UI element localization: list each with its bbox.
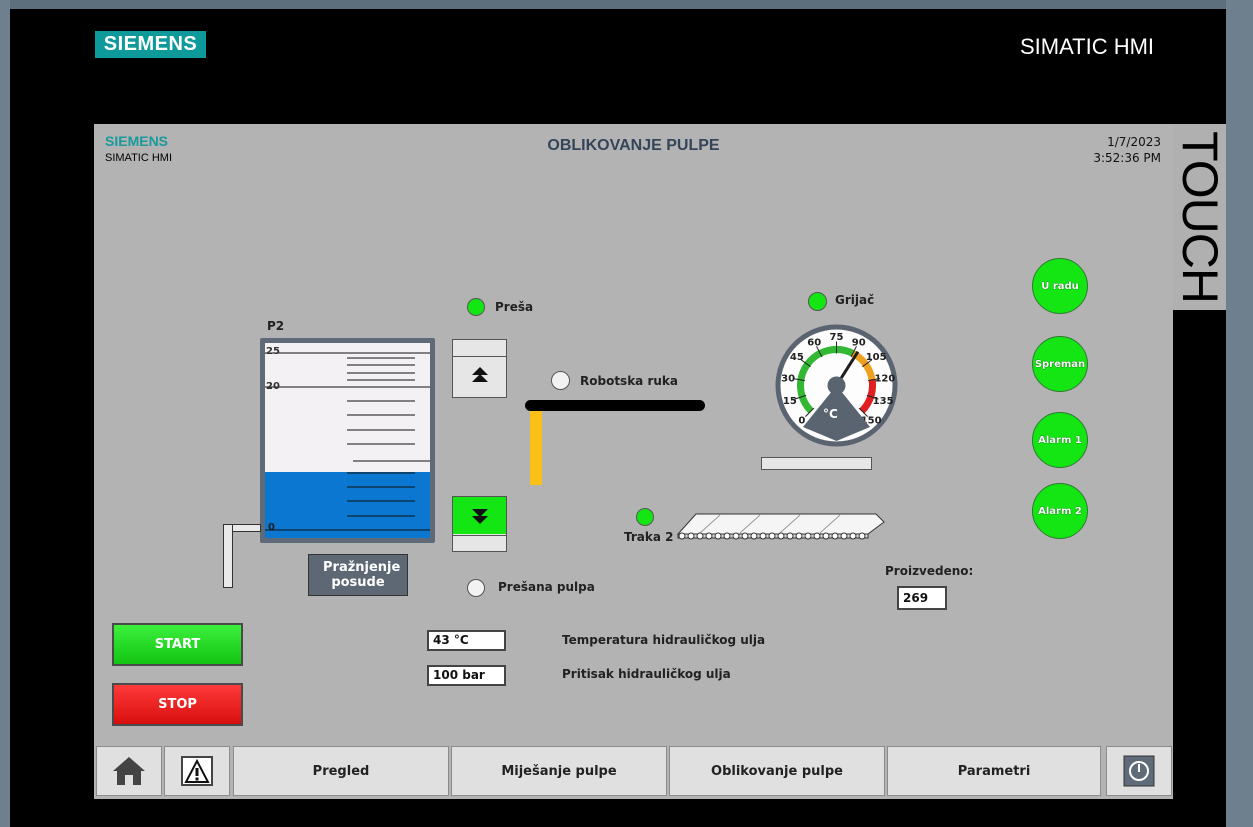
conveyor-roller	[849, 532, 857, 540]
hmi-screen: SIEMENS SIMATIC HMI OBLIKOVANJE PULPE 1/…	[94, 124, 1173, 799]
grijac-label: Grijač	[835, 293, 875, 307]
date-time: 1/7/2023 3:52:36 PM	[1093, 134, 1161, 166]
produced-label: Proizvedeno:	[885, 564, 974, 578]
time: 3:52:36 PM	[1093, 151, 1161, 165]
conveyor-roller	[750, 532, 758, 540]
conveyor-roller	[840, 532, 848, 540]
oil-temperature-field[interactable]: 43 °C	[427, 630, 506, 651]
gauge-face: 015304560 75 90105120135150	[775, 324, 898, 447]
tab-parametri[interactable]: Parametri	[887, 746, 1101, 796]
led-spreman: Spreman	[1032, 336, 1088, 392]
simatic-hmi-label: SIMATIC HMI	[1020, 34, 1155, 59]
tank-label: P2	[267, 319, 285, 333]
gauge-tick-label: 0	[798, 416, 805, 427]
page-title: OBLIKOVANJE PULPE	[547, 137, 720, 154]
alarm-view-button[interactable]	[164, 746, 230, 796]
led-alarm-2: Alarm 2	[1032, 483, 1088, 539]
conveyor-roller	[687, 532, 695, 540]
led-u-radu: U radu	[1032, 258, 1088, 314]
gauge-tick-label: 105	[866, 352, 887, 363]
presa-lamp	[467, 298, 485, 316]
double-arrow-down-icon	[471, 508, 488, 524]
bezel-right-frame	[1226, 0, 1253, 827]
conveyor-roller	[678, 532, 686, 540]
temperature-gauge: 0 15 30 45 60 75 90 105 120 135 150 °C	[774, 323, 899, 448]
tab-mijesanje-pulpe[interactable]: Miješanje pulpe	[451, 746, 667, 796]
power-button[interactable]	[1106, 746, 1172, 796]
robot-arm-beam	[525, 400, 705, 411]
conveyor-roller	[768, 532, 776, 540]
oil-pressure-label: Pritisak hidrauličkog ulja	[562, 667, 731, 681]
gauge-tick-label: 15	[783, 396, 797, 407]
gauge-tick-label: 75	[830, 332, 844, 343]
conveyor-roller	[813, 532, 821, 540]
tank-body: 25 20 0	[265, 343, 430, 538]
date: 1/7/2023	[1107, 135, 1161, 149]
presa-label: Preša	[495, 300, 534, 314]
conveyor-roller	[741, 532, 749, 540]
power-icon	[1123, 755, 1155, 787]
led-alarm-1: Alarm 1	[1032, 412, 1088, 468]
gauge-tick-label: 90	[852, 337, 866, 348]
touch-label: TOUCH	[1171, 131, 1228, 303]
heater-bar	[761, 457, 872, 470]
traka2-lamp	[636, 508, 654, 526]
conveyor-roller	[777, 532, 785, 540]
press-down-button[interactable]	[453, 497, 506, 534]
gauge-tick-label: 135	[873, 396, 894, 407]
gauge-tick-label: 30	[781, 373, 795, 384]
produced-counter: 269	[897, 586, 947, 610]
tab-pregled[interactable]: Pregled	[233, 746, 449, 796]
traka2-label: Traka 2	[624, 530, 674, 544]
conveyor-roller	[705, 532, 713, 540]
presana-pulpa-lamp	[467, 579, 485, 597]
conveyor-roller	[858, 532, 866, 540]
gauge-unit: °C	[823, 407, 838, 421]
conveyor-roller	[714, 532, 722, 540]
siemens-logo: SIEMENS	[95, 31, 206, 58]
stop-button[interactable]: STOP	[112, 683, 243, 726]
conveyor-roller	[804, 532, 812, 540]
tank-scale	[265, 352, 430, 531]
warning-icon	[181, 756, 213, 786]
empty-tank-button[interactable]: Pražnjenje posude	[308, 554, 408, 596]
oil-pressure-field[interactable]: 100 bar	[427, 665, 506, 686]
conveyor-roller	[822, 532, 830, 540]
tank-scale-top: 25	[266, 346, 280, 357]
double-arrow-up-icon	[471, 367, 488, 382]
press-up-icon[interactable]	[457, 359, 502, 391]
tank-scale-bottom: 0	[268, 522, 275, 533]
home-icon	[113, 757, 145, 785]
conveyor-roller	[732, 532, 740, 540]
drain-pipe-vertical	[223, 524, 233, 588]
tank-scale-mid: 20	[266, 381, 280, 392]
gauge-tick-label: 60	[807, 337, 821, 348]
tab-oblikovanje-pulpe[interactable]: Oblikovanje pulpe	[669, 746, 885, 796]
conveyor-roller	[723, 532, 731, 540]
robot-arm-label: Robotska ruka	[580, 374, 678, 388]
robot-arm-lamp	[551, 371, 570, 390]
conveyor-roller	[696, 532, 704, 540]
oil-temperature-label: Temperatura hidrauličkog ulja	[562, 633, 766, 647]
conveyor-belt	[676, 513, 885, 540]
conveyor-roller	[831, 532, 839, 540]
grijac-lamp	[808, 292, 827, 311]
gauge-tick-label: 45	[790, 352, 804, 363]
conveyor-roller	[786, 532, 794, 540]
robot-arm-column	[530, 411, 542, 485]
start-button[interactable]: START	[112, 623, 243, 666]
conveyor-roller	[795, 532, 803, 540]
bezel-left-frame	[0, 0, 10, 827]
home-button[interactable]	[96, 746, 162, 796]
presana-pulpa-label: Prešana pulpa	[498, 580, 595, 594]
gauge-tick-label: 120	[874, 373, 895, 384]
conveyor-roller	[759, 532, 767, 540]
